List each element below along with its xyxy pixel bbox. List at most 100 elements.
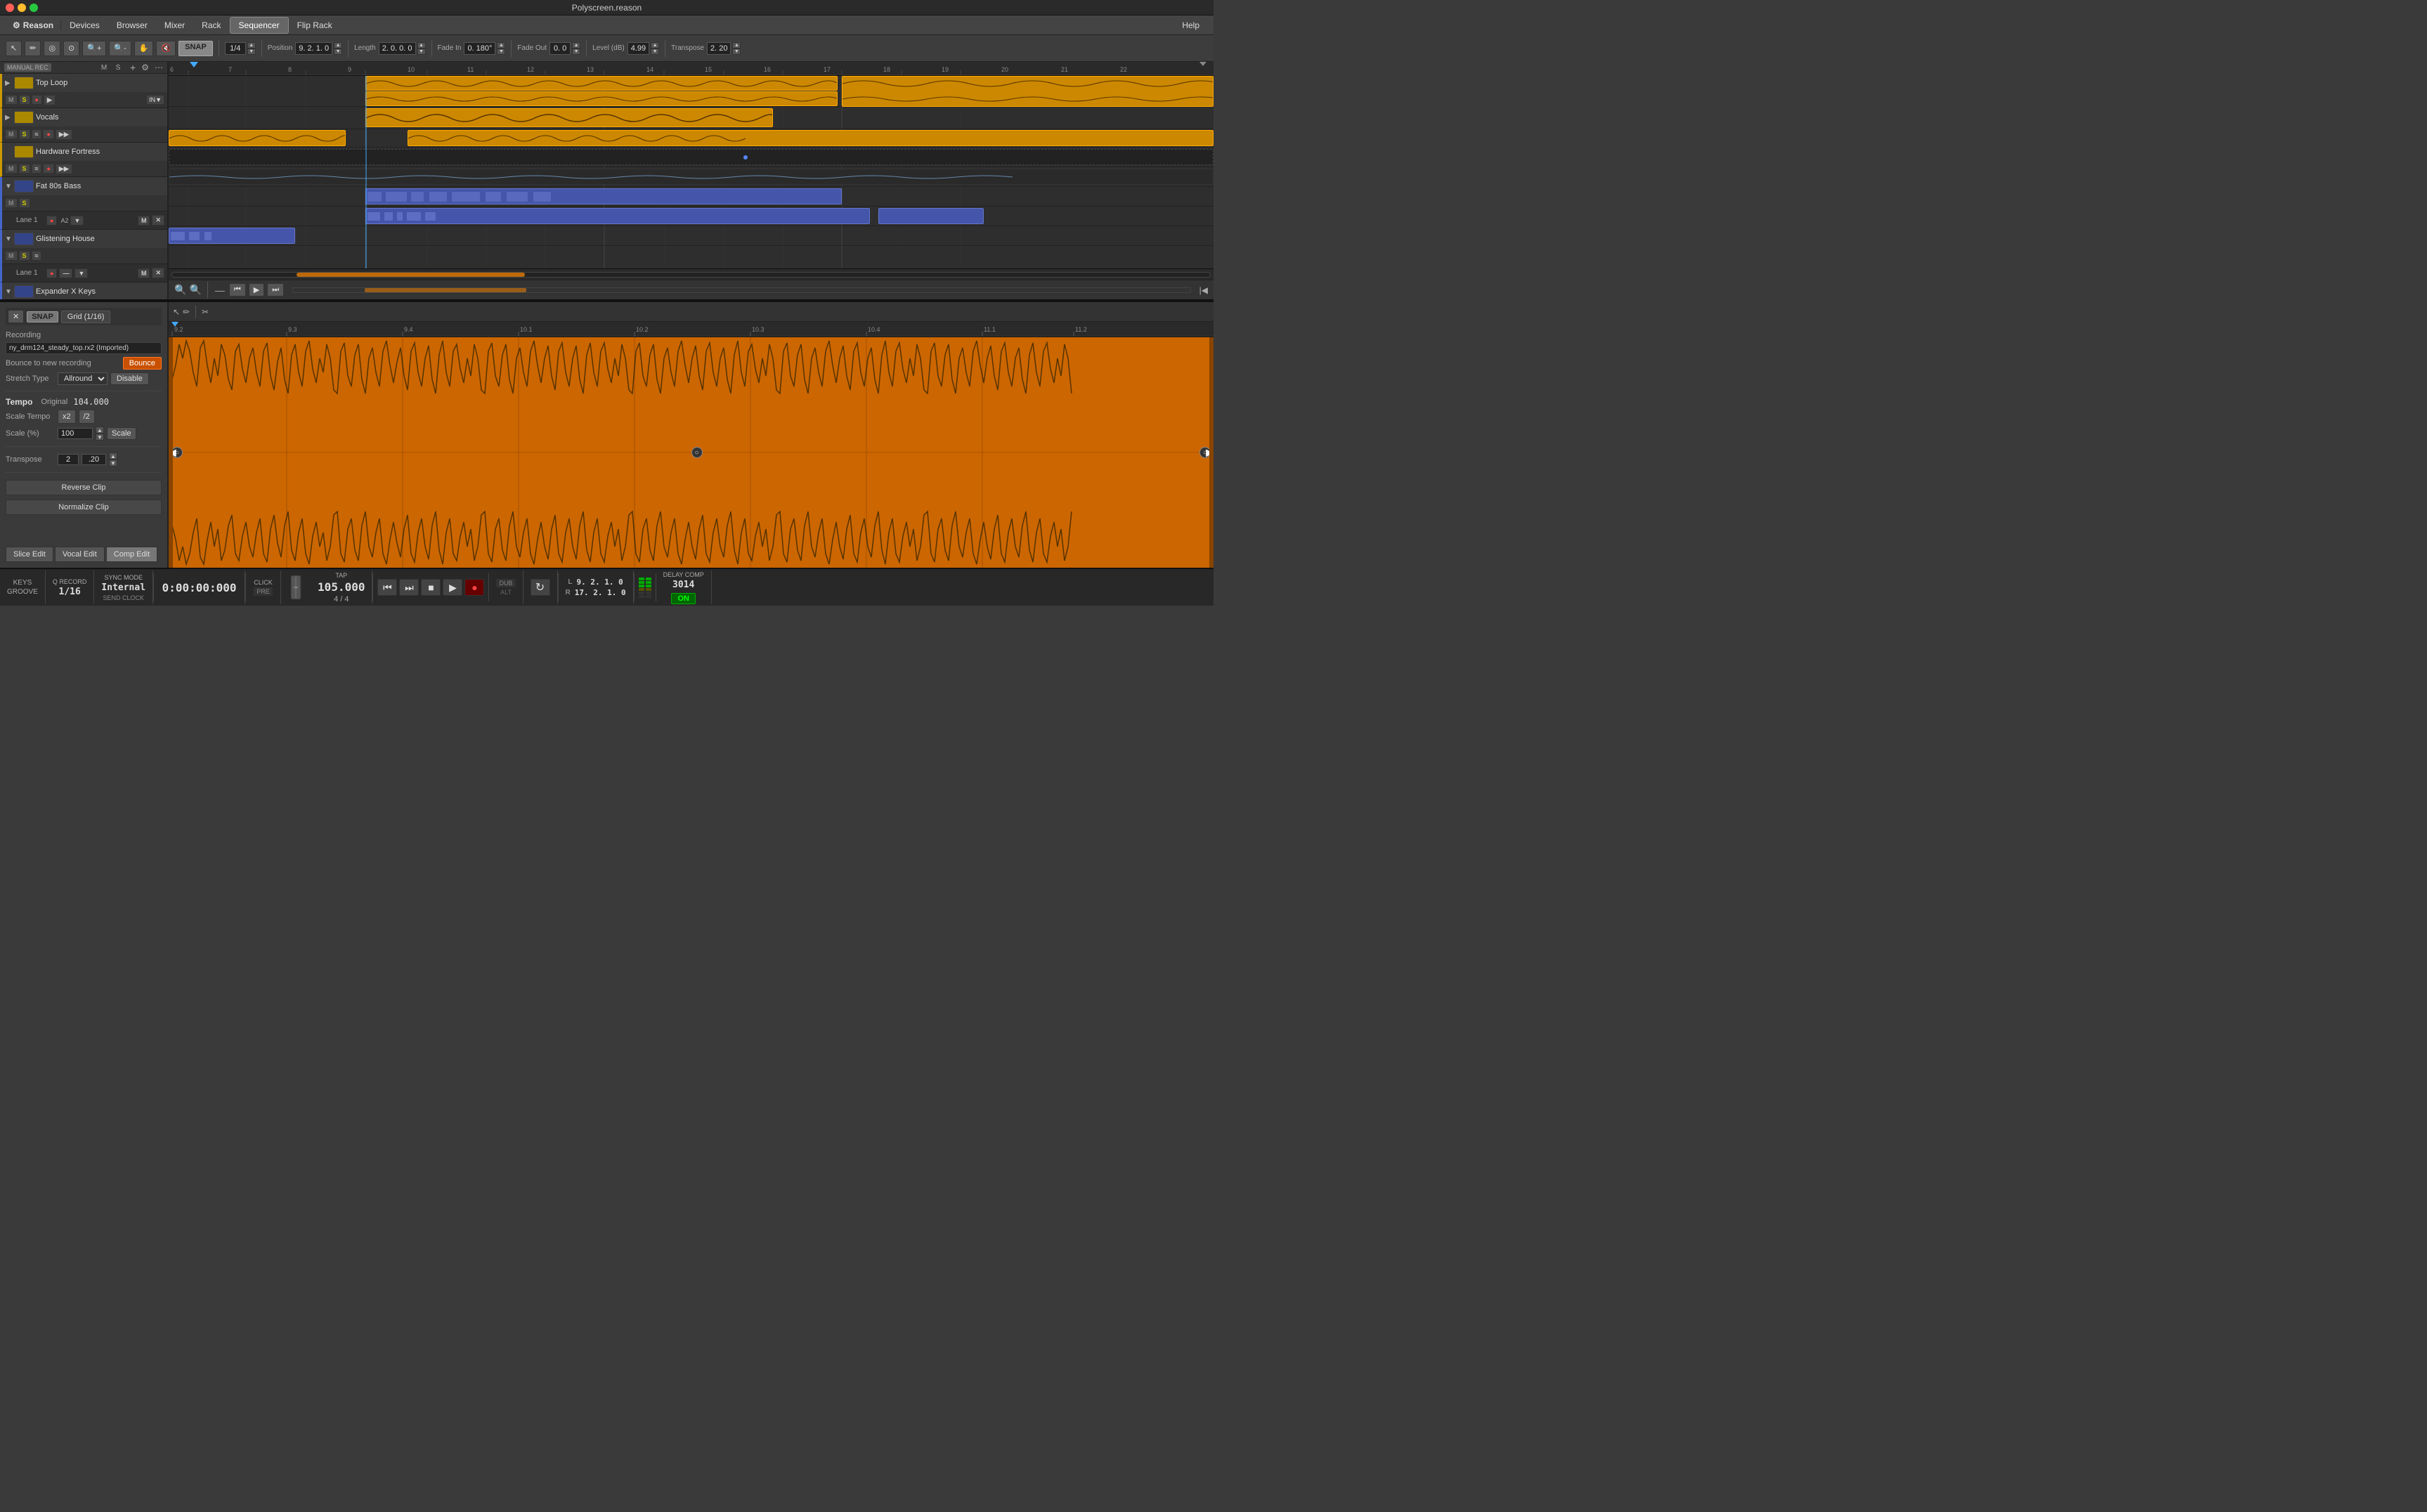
division-down[interactable]: ▼ xyxy=(247,48,256,55)
division-up[interactable]: ▲ xyxy=(247,42,256,48)
left-trim-handle[interactable] xyxy=(169,337,173,568)
clip-top-loop-2[interactable] xyxy=(842,76,1214,107)
lane-x-fat-bass[interactable]: ✕ xyxy=(152,215,164,226)
zoom-out-icon[interactable]: 🔍 xyxy=(174,284,186,296)
lv-up[interactable]: ▲ xyxy=(651,42,659,48)
menu-help[interactable]: Help xyxy=(1173,18,1208,33)
transpose-spin[interactable]: ▲ ▼ xyxy=(732,42,741,55)
pos-down[interactable]: ▼ xyxy=(334,48,342,55)
editor-tool-pencil[interactable]: ✏ xyxy=(183,307,190,317)
tool-eraser[interactable]: ◎ xyxy=(44,41,60,56)
mute-btn-top-loop[interactable]: M xyxy=(5,95,18,105)
play-btn-vocals[interactable]: ▶▶ xyxy=(56,129,72,140)
go-start-btn[interactable]: ⏮ xyxy=(377,579,397,596)
minus-icon[interactable]: — xyxy=(215,285,225,296)
stretch-type-select[interactable]: Allround xyxy=(58,372,108,385)
tr-down[interactable]: ▼ xyxy=(732,48,741,55)
rewind-btn[interactable]: ⏮ xyxy=(229,283,246,296)
menu-mixer[interactable]: Mixer xyxy=(156,18,193,33)
fo-up[interactable]: ▲ xyxy=(572,42,580,48)
editor-snap-btn[interactable]: SNAP xyxy=(27,311,58,322)
fade-in-spin[interactable]: ▲ ▼ xyxy=(497,42,505,55)
wave-btn-hw-fortress[interactable]: ≈ xyxy=(32,164,42,174)
fast-forward-btn[interactable]: ⏭ xyxy=(267,283,284,296)
maximize-button[interactable] xyxy=(30,4,38,12)
length-value[interactable]: 2. 0. 0. 0 xyxy=(379,42,416,55)
menu-browser[interactable]: Browser xyxy=(108,18,156,33)
transpose-val1-input[interactable] xyxy=(58,454,79,465)
r-pos-value[interactable]: 17. 2. 1. 0 xyxy=(575,588,626,597)
solo-btn-glistening[interactable]: S xyxy=(19,251,30,261)
track-arrow-expander[interactable]: ▼ xyxy=(5,288,12,295)
stretch-point-mid[interactable]: ○ xyxy=(691,447,703,458)
snap-button[interactable]: SNAP xyxy=(178,41,213,56)
fo-down[interactable]: ▼ xyxy=(572,48,580,55)
config-icon[interactable]: ⚙ xyxy=(141,63,149,72)
tab-comp[interactable]: Comp Edit xyxy=(106,547,157,562)
in-select-top-loop[interactable]: IN▼ xyxy=(146,95,164,105)
transpose-up[interactable]: ▲ xyxy=(109,452,117,460)
fade-out-spin[interactable]: ▲ ▼ xyxy=(572,42,580,55)
scale-down[interactable]: ▼ xyxy=(96,434,104,441)
fi-up[interactable]: ▲ xyxy=(497,42,505,48)
scrollbar-track-seq[interactable] xyxy=(171,272,1211,278)
sync-mode-value[interactable]: Internal xyxy=(101,582,145,593)
menu-devices[interactable]: Devices xyxy=(61,18,108,33)
click-pre-section[interactable]: CLICK PRE xyxy=(246,571,281,604)
scale-input[interactable] xyxy=(58,428,93,439)
lane-rec-fat-bass[interactable]: ● xyxy=(46,216,57,226)
track-arrow-top-loop[interactable]: ▶ xyxy=(5,79,12,86)
scrollbar-thumb-seq[interactable] xyxy=(297,273,525,277)
editor-tool-cut[interactable]: ✂ xyxy=(202,307,209,317)
transpose-down[interactable]: ▼ xyxy=(109,460,117,467)
menu-flip-rack[interactable]: Flip Rack xyxy=(289,18,341,33)
mute-btn-hw-fortress[interactable]: M xyxy=(5,164,18,174)
pos-up[interactable]: ▲ xyxy=(334,42,342,48)
lane-arrow-fat-bass[interactable]: ▼ xyxy=(70,216,84,226)
solo-btn-fat-bass[interactable]: S xyxy=(19,198,30,208)
level-spin[interactable]: ▲ ▼ xyxy=(651,42,659,55)
length-spin[interactable]: ▲ ▼ xyxy=(417,42,426,55)
tab-slice[interactable]: Slice Edit xyxy=(6,547,53,562)
lane-m-glistening[interactable]: M xyxy=(138,268,150,278)
fast-fwd-btn[interactable]: ⏭ xyxy=(399,579,419,596)
lane-x-glistening[interactable]: ✕ xyxy=(152,268,164,278)
level-value[interactable]: 4.99 xyxy=(627,42,649,55)
record-transport-btn[interactable]: ● xyxy=(464,579,484,596)
clip-fat-bass[interactable] xyxy=(169,149,1214,165)
play-transport-btn[interactable]: ▶ xyxy=(443,579,462,596)
fade-in-value[interactable]: 0. 180° xyxy=(464,42,495,55)
rec-btn-vocals[interactable]: ● xyxy=(43,129,53,139)
track-arrow-vocals[interactable]: ▶ xyxy=(5,114,12,121)
right-trim-handle[interactable] xyxy=(1209,337,1214,568)
tr-up[interactable]: ▲ xyxy=(732,42,741,48)
rec-btn-hw-fortress[interactable]: ● xyxy=(43,164,53,174)
clip-expander[interactable] xyxy=(365,188,842,204)
on-badge[interactable]: ON xyxy=(671,593,696,604)
solo-btn-hw-fortress[interactable]: S xyxy=(19,164,30,174)
clip-glistening[interactable] xyxy=(169,169,1214,185)
normalize-clip-button[interactable]: Normalize Clip xyxy=(6,500,162,515)
zoom-in-icon[interactable]: 🔍 xyxy=(189,284,201,296)
q-record-value[interactable]: 1/16 xyxy=(59,587,81,597)
waveform-display[interactable]: ○ ○ ○ ◀ ▶ xyxy=(169,337,1214,568)
division-spin[interactable]: ▲ ▼ xyxy=(247,42,256,55)
transpose-value[interactable]: 2. 20 xyxy=(707,42,731,55)
wave-btn-vocals[interactable]: ≈ xyxy=(32,129,42,139)
stop-btn[interactable]: ■ xyxy=(421,579,441,596)
tool-zoom-out[interactable]: 🔍- xyxy=(109,41,131,56)
mute-btn-fat-bass[interactable]: M xyxy=(5,198,18,208)
more-icon[interactable]: ⋯ xyxy=(155,63,163,72)
disable-button[interactable]: Disable xyxy=(110,372,149,385)
clip-bass-chord-3b[interactable] xyxy=(878,208,984,224)
x2-button[interactable]: x2 xyxy=(58,410,76,424)
play-btn-hw-fortress[interactable]: ▶▶ xyxy=(56,164,72,174)
add-icon[interactable]: + xyxy=(130,62,136,73)
l-pos-value[interactable]: 9. 2. 1. 0 xyxy=(576,578,623,587)
fade-out-value[interactable]: 0. 0 xyxy=(549,42,571,55)
loop-button[interactable]: ↻ xyxy=(531,579,550,596)
tap-label[interactable]: TAP xyxy=(335,572,347,579)
clip-top-loop-1[interactable] xyxy=(365,76,838,91)
clip-bass-chord-1[interactable] xyxy=(169,228,295,244)
division-value[interactable]: 1/4 xyxy=(225,42,246,55)
